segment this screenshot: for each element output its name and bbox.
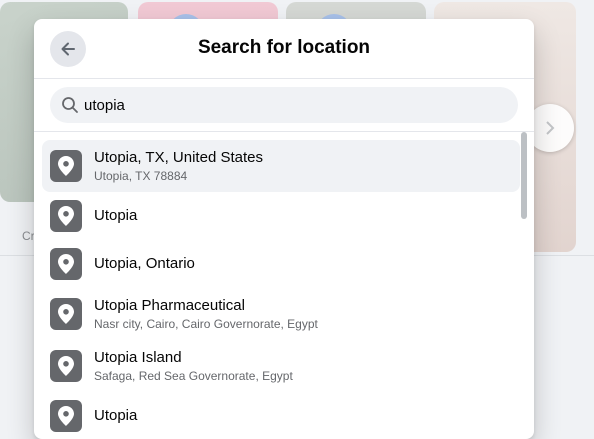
result-item[interactable]: Utopia xyxy=(42,392,520,439)
result-item[interactable]: Utopia Pharmaceutical Nasr city, Cairo, … xyxy=(42,288,520,340)
search-input[interactable] xyxy=(84,96,504,114)
result-address: Nasr city, Cairo, Cairo Governorate, Egy… xyxy=(94,317,318,331)
search-box[interactable] xyxy=(50,87,518,123)
result-name: Utopia Pharmaceutical xyxy=(94,297,245,314)
map-pin-icon xyxy=(50,400,82,432)
result-name: Utopia xyxy=(94,207,138,224)
results-list: Utopia, TX, United States Utopia, TX 788… xyxy=(34,132,534,439)
result-name: Utopia, Ontario xyxy=(94,255,195,272)
scrollbar[interactable] xyxy=(521,132,527,219)
map-pin-icon xyxy=(50,350,82,382)
result-item[interactable]: Utopia xyxy=(42,192,520,240)
result-address: Utopia, TX 78884 xyxy=(94,169,188,183)
map-pin-icon xyxy=(50,200,82,232)
map-pin-icon xyxy=(50,248,82,280)
result-name: Utopia Island xyxy=(94,349,182,366)
dialog-header: Search for location xyxy=(34,19,534,79)
result-item[interactable]: Utopia Island Safaga, Red Sea Governorat… xyxy=(42,340,520,392)
dialog-title: Search for location xyxy=(197,37,371,58)
chevron-right-icon xyxy=(546,121,555,135)
result-name: Utopia xyxy=(94,407,138,424)
search-icon xyxy=(60,95,80,115)
location-search-dialog: Search for location Utopia, TX, United S… xyxy=(34,19,534,439)
map-pin-icon xyxy=(50,150,82,182)
result-item[interactable]: Utopia, TX, United States Utopia, TX 788… xyxy=(42,140,520,192)
result-address: Safaga, Red Sea Governorate, Egypt xyxy=(94,369,293,383)
result-name: Utopia, TX, United States xyxy=(94,149,263,166)
story-caption: Cr xyxy=(22,229,35,243)
search-row xyxy=(34,79,534,132)
result-item[interactable]: Utopia, Ontario xyxy=(42,240,520,288)
map-pin-icon xyxy=(50,298,82,330)
